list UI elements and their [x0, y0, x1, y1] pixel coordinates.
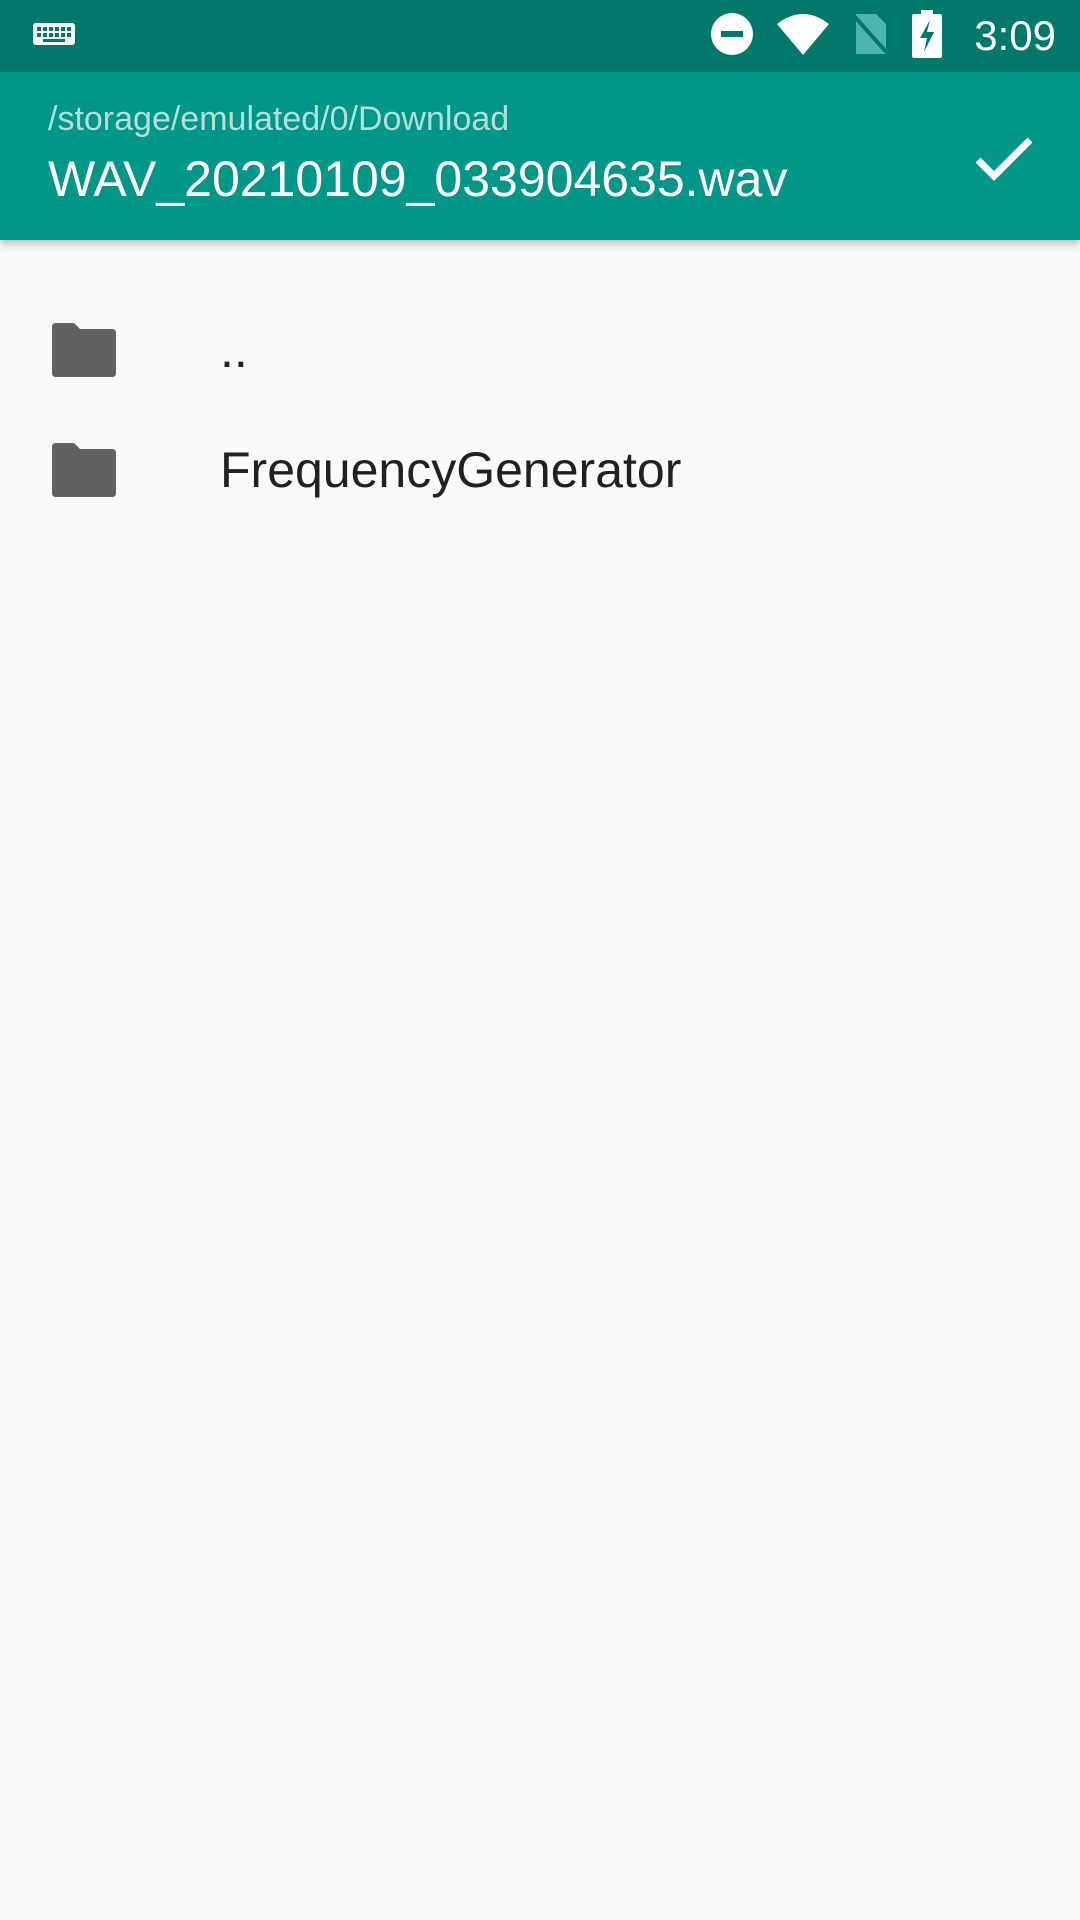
check-icon: [974, 134, 1034, 187]
app-bar: /storage/emulated/0/Download WAV_2021010…: [0, 72, 1080, 240]
status-bar: 3:09: [0, 0, 1080, 72]
status-left: [32, 22, 76, 51]
status-right: 3:09: [710, 9, 1056, 63]
status-time: 3:09: [974, 12, 1056, 59]
folder-icon: [52, 443, 116, 497]
file-name-title: WAV_20210109_033904635.wav: [48, 151, 788, 207]
list-item-frequencygenerator[interactable]: FrequencyGenerator: [0, 410, 1080, 530]
list-item-label: FrequencyGenerator: [220, 442, 682, 498]
confirm-button[interactable]: [956, 112, 1052, 208]
keyboard-icon: [32, 22, 76, 51]
list-item-label: ..: [220, 322, 248, 378]
directory-path: /storage/emulated/0/Download: [48, 100, 510, 138]
list-item-parent-directory[interactable]: ..: [0, 290, 1080, 410]
wifi-icon: [776, 12, 830, 61]
do-not-disturb-icon: [710, 12, 754, 61]
folder-icon: [52, 323, 116, 377]
battery-charging-icon: [912, 9, 943, 63]
no-sim-icon: [852, 12, 890, 61]
file-list: .. FrequencyGenerator: [0, 240, 1080, 530]
